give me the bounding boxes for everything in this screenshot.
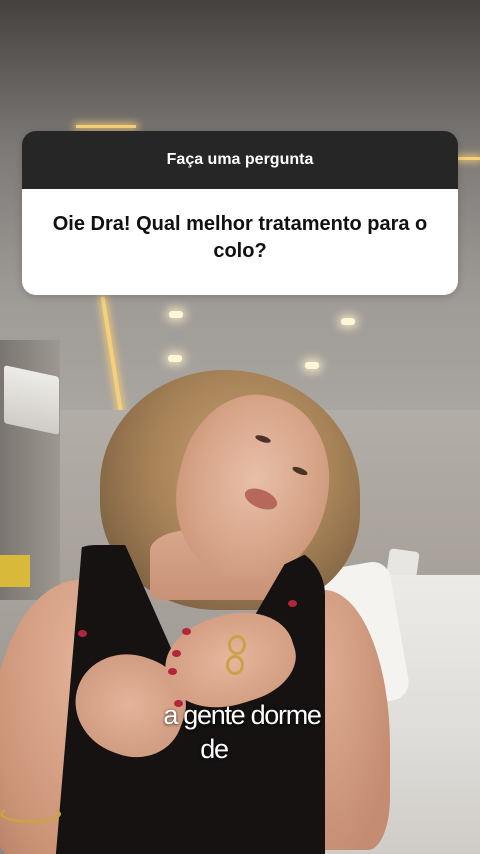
story-frame[interactable]: Faça uma pergunta Oie Dra! Qual melhor t… (0, 0, 480, 854)
bracelet (0, 805, 61, 823)
yellow-box (0, 555, 30, 587)
nail (182, 628, 191, 635)
ceiling-spotlight (169, 311, 183, 318)
question-text: Oie Dra! Qual melhor tratamento para o c… (52, 213, 428, 262)
nail (168, 668, 177, 675)
ceiling-light-strip (76, 125, 136, 128)
caption-line: de (200, 734, 229, 764)
nail (78, 630, 87, 637)
ring (228, 635, 246, 655)
caption-line: a gente dorme (163, 700, 322, 730)
question-sticker-body: Oie Dra! Qual melhor tratamento para o c… (22, 189, 458, 295)
question-sticker-header: Faça uma pergunta (22, 131, 458, 189)
ceiling-spotlight (341, 318, 355, 325)
ring (226, 655, 244, 675)
ceiling-light-strip (455, 157, 480, 160)
ceiling-spotlight (305, 362, 319, 369)
nail (172, 650, 181, 657)
question-sticker-title: Faça uma pergunta (166, 151, 314, 168)
ceiling-spotlight (168, 355, 182, 362)
nail (288, 600, 297, 607)
air-conditioner (4, 365, 59, 435)
question-sticker[interactable]: Faça uma pergunta Oie Dra! Qual melhor t… (22, 131, 458, 295)
